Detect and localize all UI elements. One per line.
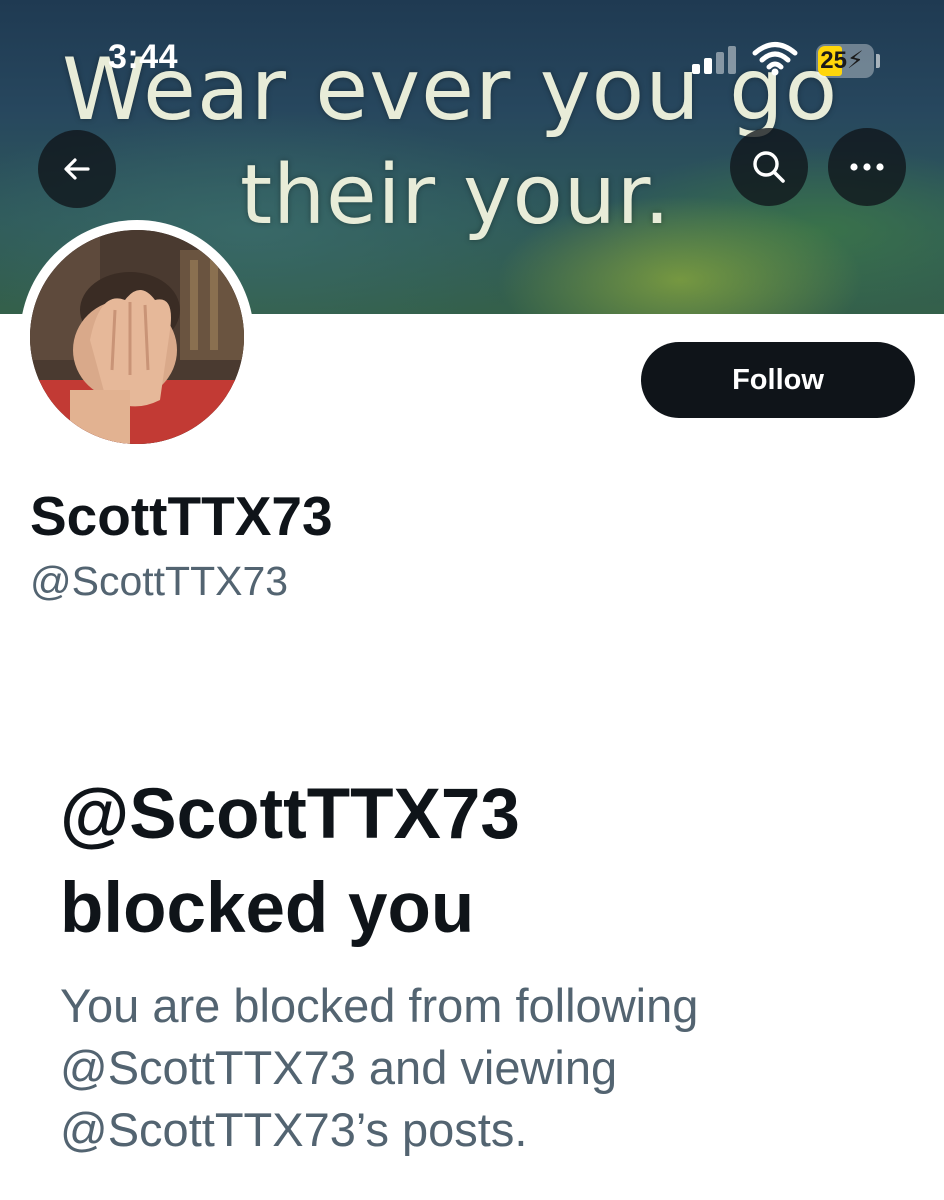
display-name: ScottTTX73 bbox=[30, 485, 333, 547]
blocked-description: You are blocked from following @ScottTTX… bbox=[60, 975, 920, 1161]
search-button[interactable] bbox=[730, 128, 808, 206]
blocked-description-line-2: @ScottTTX73 and viewing bbox=[60, 1041, 618, 1094]
wifi-icon bbox=[752, 42, 798, 76]
banner-text-line-2: their your. bbox=[240, 148, 672, 243]
battery-level: 25 bbox=[820, 47, 847, 74]
blocked-title: @ScottTTX73 blocked you bbox=[60, 768, 900, 956]
battery-charging-icon: 25⚡ bbox=[816, 44, 874, 78]
profile-handle: @ScottTTX73 bbox=[30, 558, 289, 604]
avatar[interactable] bbox=[20, 220, 254, 454]
blocked-description-line-3: @ScottTTX73’s posts. bbox=[60, 1103, 528, 1156]
back-button[interactable] bbox=[38, 130, 116, 208]
arrow-left-icon bbox=[64, 158, 90, 180]
follow-button[interactable]: Follow bbox=[641, 342, 915, 418]
status-time: 3:44 bbox=[108, 38, 179, 76]
cellular-signal-icon bbox=[692, 44, 738, 74]
more-options-button[interactable] bbox=[828, 128, 906, 206]
avatar-image bbox=[30, 230, 244, 444]
search-icon bbox=[753, 151, 785, 183]
blocked-description-line-1: You are blocked from following bbox=[60, 979, 699, 1032]
blocked-title-handle: @ScottTTX73 bbox=[60, 775, 520, 854]
battery-nub bbox=[876, 54, 880, 68]
more-horizontal-icon bbox=[850, 163, 884, 171]
charging-bolt-icon: ⚡ bbox=[846, 47, 864, 74]
blocked-title-text: blocked you bbox=[60, 869, 475, 948]
